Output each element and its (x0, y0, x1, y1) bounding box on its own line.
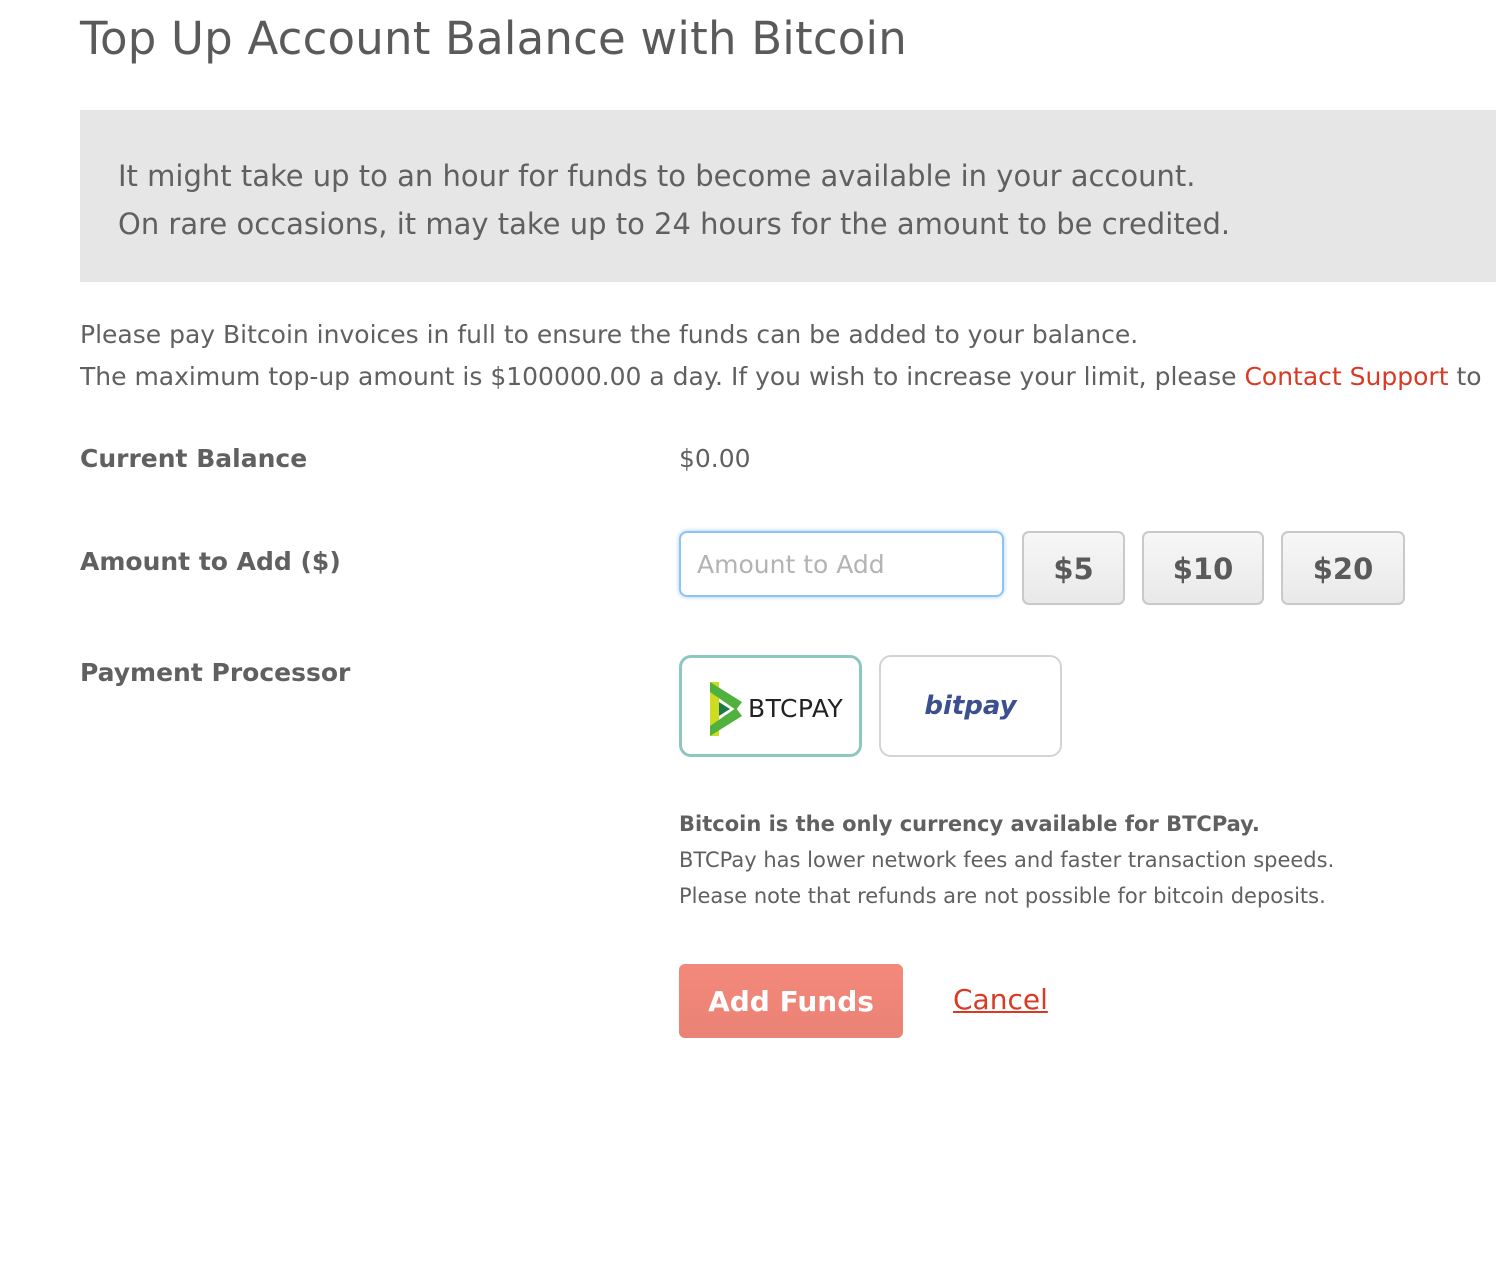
preset-10-button[interactable]: $10 (1142, 531, 1264, 605)
page-title: Top Up Account Balance with Bitcoin (80, 12, 907, 65)
payment-processor-label: Payment Processor (80, 658, 351, 687)
limit-text: The maximum top-up amount is $100000.00 … (80, 362, 1245, 391)
cancel-link[interactable]: Cancel (953, 983, 1048, 1016)
current-balance-value: $0.00 (679, 444, 751, 473)
limit-text-suffix: to (1448, 362, 1482, 391)
btcpay-label: BTCPAY (748, 694, 844, 723)
preset-20-button[interactable]: $20 (1281, 531, 1405, 605)
amount-input[interactable] (679, 531, 1004, 597)
processor-note-line-2: BTCPay has lower network fees and faster… (679, 848, 1335, 872)
bitpay-label: bitpay (924, 691, 1017, 721)
current-balance-label: Current Balance (80, 444, 308, 473)
amount-label: Amount to Add ($) (80, 547, 341, 576)
processor-note-strong: Bitcoin is the only currency available f… (679, 812, 1260, 836)
processor-note: Bitcoin is the only currency available f… (679, 806, 1334, 914)
notice-box: It might take up to an hour for funds to… (80, 110, 1496, 282)
processor-note-line-3: Please note that refunds are not possibl… (679, 884, 1326, 908)
contact-support-link[interactable]: Contact Support (1244, 362, 1448, 391)
preset-5-button[interactable]: $5 (1022, 531, 1125, 605)
add-funds-button[interactable]: Add Funds (679, 964, 903, 1038)
notice-line-2: On rare occasions, it may take up to 24 … (118, 207, 1231, 241)
info-block: Please pay Bitcoin invoices in full to e… (80, 314, 1496, 398)
info-line-1: Please pay Bitcoin invoices in full to e… (80, 320, 1139, 349)
processor-option-bitpay[interactable]: bitpay (879, 655, 1062, 757)
info-line-2: The maximum top-up amount is $100000.00 … (80, 356, 1496, 398)
btcpay-logo-icon (708, 680, 744, 742)
notice-line-1: It might take up to an hour for funds to… (118, 159, 1196, 193)
processor-option-btcpay[interactable]: BTCPAY (679, 655, 862, 757)
